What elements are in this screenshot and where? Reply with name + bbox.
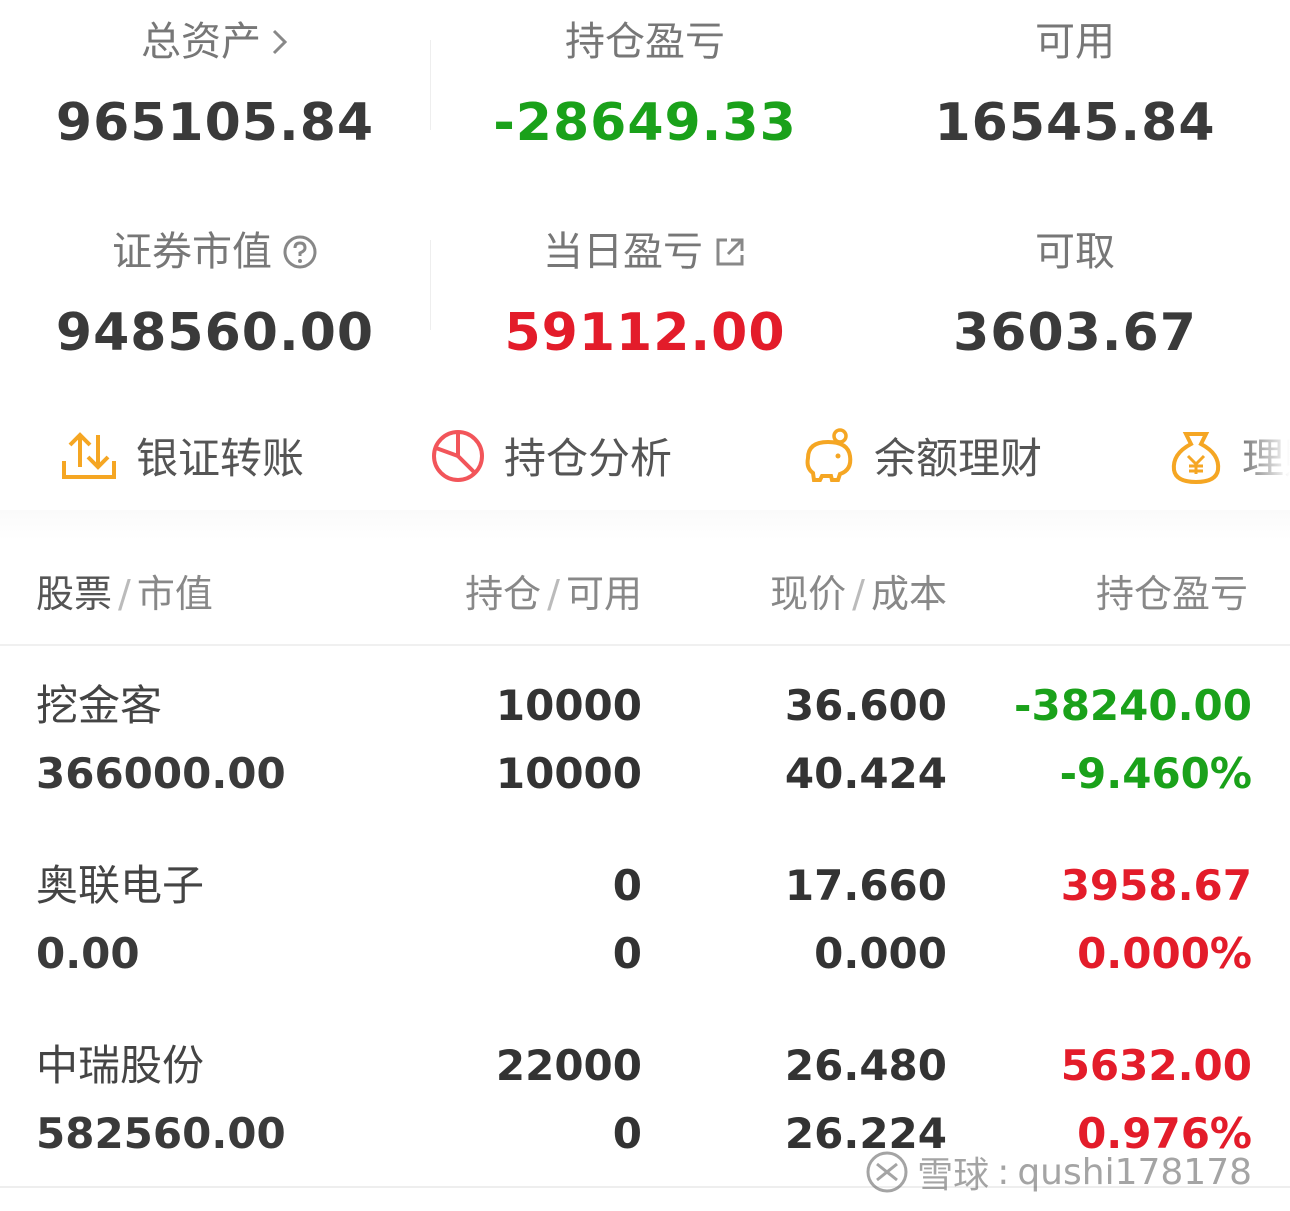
money-bag-icon	[1171, 431, 1221, 484]
position-pnl-label: 持仓盈亏	[565, 19, 725, 65]
market-value: 0.00	[36, 929, 140, 978]
pnl-percent: -9.460%	[1059, 749, 1252, 798]
pie-chart-icon	[432, 429, 484, 482]
daily-pnl-label: 当日盈亏	[543, 229, 703, 275]
scroll-fade	[1230, 400, 1290, 510]
positions-table-header: 股票 / 市值 持仓 / 可用 现价 / 成本 持仓盈亏	[0, 540, 1290, 646]
stock-name: 中瑞股份	[36, 1041, 205, 1090]
stock-name: 奥联电子	[36, 861, 205, 910]
bank-transfer-button[interactable]: 银证转账	[60, 425, 304, 486]
available: 可用 16545.84	[860, 14, 1290, 158]
position-pnl: 5632.00	[1060, 1041, 1252, 1090]
cost-price: 0.000	[814, 929, 947, 978]
account-summary: 总资产 965105.84 持仓盈亏 -28649.33 可用 16545.84…	[0, 0, 1290, 390]
table-row[interactable]: 奥联电子 0.00 0 0 17.660 0.000 3958.67 0.000…	[0, 836, 1290, 1004]
market-value: 366000.00	[36, 749, 286, 798]
withdrawable: 可取 3603.67	[860, 224, 1290, 368]
securities-value-value: 948560.00	[55, 303, 375, 363]
cost-price: 40.424	[784, 749, 947, 798]
header-position[interactable]: 持仓 / 可用	[465, 570, 642, 618]
daily-pnl-value: 59112.00	[504, 303, 786, 363]
position-pnl: 持仓盈亏 -28649.33	[430, 14, 860, 158]
current-price: 17.660	[784, 861, 947, 910]
available-qty: 10000	[495, 749, 642, 798]
header-stock[interactable]: 股票 / 市值	[36, 570, 213, 618]
header-price[interactable]: 现价 / 成本	[770, 570, 947, 618]
available-qty: 0	[612, 1109, 642, 1158]
snowball-logo-icon	[866, 1151, 908, 1193]
piggy-bank-icon	[805, 427, 853, 482]
available-value: 16545.84	[934, 93, 1216, 153]
action-label: 银证转账	[136, 434, 305, 483]
watermark-user: qushi178178	[1017, 1151, 1252, 1193]
stock-name: 挖金客	[36, 681, 163, 730]
transfer-icon	[62, 431, 116, 479]
position-analysis-button[interactable]: 持仓分析	[430, 425, 672, 486]
external-link-icon	[716, 238, 744, 266]
header-pnl[interactable]: 持仓盈亏	[1096, 570, 1248, 618]
position-qty: 10000	[495, 681, 642, 730]
securities-value-label: 证券市值	[112, 229, 272, 275]
pnl-percent: 0.000%	[1077, 929, 1252, 978]
daily-pnl[interactable]: 当日盈亏 59112.00	[430, 224, 860, 368]
divider	[430, 40, 431, 130]
withdrawable-label: 可取	[1035, 229, 1115, 275]
total-assets[interactable]: 总资产 965105.84	[0, 14, 430, 158]
position-pnl-value: -28649.33	[493, 93, 797, 153]
total-assets-value: 965105.84	[55, 93, 375, 153]
help-icon[interactable]	[282, 234, 318, 270]
table-row[interactable]: 挖金客 366000.00 10000 10000 36.600 40.424 …	[0, 656, 1290, 824]
position-qty: 22000	[495, 1041, 642, 1090]
current-price: 36.600	[784, 681, 947, 730]
watermark: 雪球: qushi178178	[865, 1146, 1252, 1198]
withdrawable-value: 3603.67	[953, 303, 1197, 363]
market-value: 582560.00	[36, 1109, 286, 1158]
securities-value: 证券市值 948560.00	[0, 224, 430, 368]
section-separator	[0, 510, 1290, 540]
position-pnl: 3958.67	[1060, 861, 1252, 910]
action-label: 持仓分析	[504, 434, 673, 483]
action-label: 余额理财	[874, 434, 1043, 483]
total-assets-label: 总资产	[141, 19, 261, 65]
current-price: 26.480	[784, 1041, 947, 1090]
chevron-right-icon	[272, 29, 288, 55]
quick-actions: 银证转账 持仓分析 余额理财 理财	[0, 400, 1290, 510]
balance-wealth-button[interactable]: 余额理财	[800, 425, 1042, 486]
position-pnl: -38240.00	[1014, 681, 1252, 730]
position-qty: 0	[612, 861, 642, 910]
available-qty: 0	[612, 929, 642, 978]
available-label: 可用	[1035, 19, 1115, 65]
divider	[430, 240, 431, 330]
watermark-brand: 雪球	[917, 1155, 990, 1196]
